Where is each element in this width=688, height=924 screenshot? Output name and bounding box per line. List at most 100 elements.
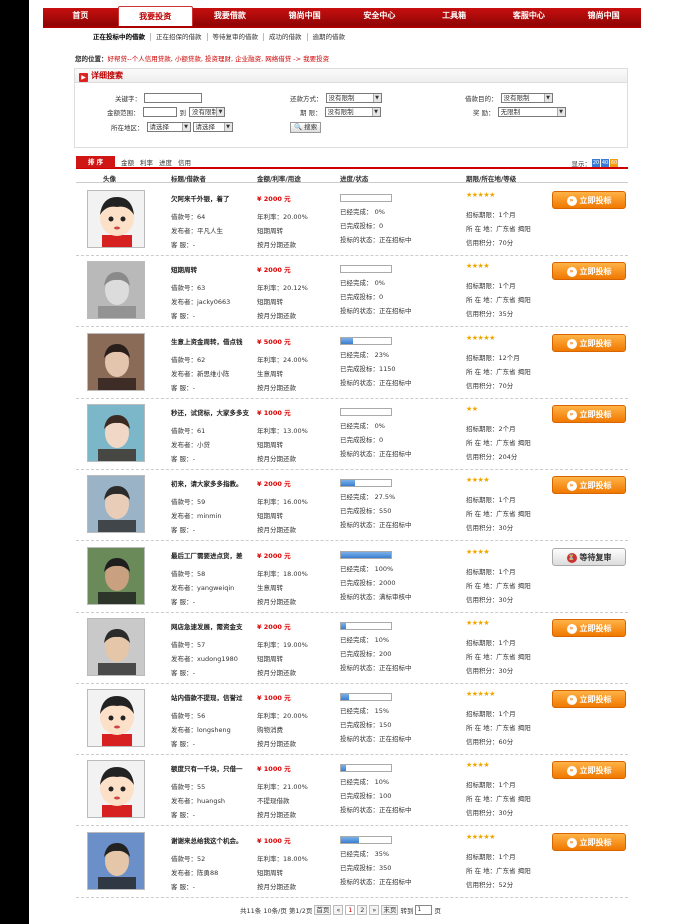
progress-bids: 已完成投标：350 [340, 863, 392, 872]
breadcrumb-link[interactable]: 好帮贷--个人信用贷款, 小额贷款, 投资理财, 企业融资, 网络借贷 -> 我… [108, 55, 330, 63]
loan-rate: 年利率：18.00% [257, 854, 308, 863]
loan-title[interactable]: 秒还，试贷标，大家多多支 [171, 407, 249, 417]
bid-now-button[interactable]: » 立即投标 [552, 476, 626, 495]
avatar[interactable] [87, 546, 145, 605]
progress-done: 已经完成： 0% [340, 421, 385, 430]
progress-bids: 已完成投标：150 [340, 721, 392, 730]
nav-item-5[interactable]: 工具箱 [417, 6, 492, 26]
avatar[interactable] [87, 760, 145, 819]
purpose-select[interactable]: 没有限制 ▼ [500, 93, 553, 103]
next-page-button[interactable]: » [369, 904, 380, 915]
loan-title[interactable]: 初来，请大家多多指教。 [171, 478, 243, 488]
avatar[interactable] [87, 831, 145, 890]
avatar[interactable] [87, 403, 145, 462]
loan-credit: 信用积分：60分 [466, 738, 514, 747]
loan-number: 借款号：56 [171, 712, 206, 721]
nav-item-7[interactable]: 锦尚中国 [566, 6, 641, 26]
chevron-down-icon: ▼ [216, 108, 224, 116]
page-size-20[interactable]: 20 [592, 159, 600, 167]
bid-now-button[interactable]: » 立即投标 [552, 690, 626, 709]
province-select[interactable]: 请选择 ▼ [146, 122, 191, 132]
loan-row: 网店急速发展，需资金支 借款号：57 发布者：xudong1980 客 服：- ¥ 20… [76, 613, 628, 684]
awaiting-review-button[interactable]: ⏳ 等待复审 [552, 547, 626, 566]
chevron-down-icon: ▼ [223, 123, 232, 131]
progress-fill [341, 836, 359, 843]
loan-amount: ¥ 2000 元 [257, 480, 291, 489]
bid-now-button[interactable]: » 立即投标 [552, 191, 626, 209]
last-page-button[interactable]: 末页 [381, 904, 399, 915]
sort-option-3[interactable]: 信用 [178, 157, 191, 167]
loan-rate: 年利率：18.00% [257, 569, 308, 578]
avatar[interactable] [87, 332, 145, 391]
loan-credit: 信用积分：30分 [466, 524, 514, 533]
nav-item-0[interactable]: 首页 [43, 6, 118, 26]
bid-now-button[interactable]: » 立即投标 [552, 761, 626, 780]
search-panel: ▶ 详细搜索 关键字： 金额范围： 到 没有限制 ▼ 所在地区： 请选择 ▼ 请选择 ▼… [74, 68, 628, 148]
sort-option-0[interactable]: 金额 [121, 157, 134, 167]
avatar[interactable] [87, 190, 145, 248]
loan-period: 招标期限：1个月 [466, 638, 516, 647]
first-page-button[interactable]: 首页 [314, 904, 332, 915]
reward-select[interactable]: 无限制 ▼ [497, 107, 566, 117]
sort-option-2[interactable]: 进度 [159, 157, 172, 167]
search-button[interactable]: 🔍 搜索 [290, 122, 322, 133]
bid-now-button[interactable]: » 立即投标 [552, 404, 626, 423]
nav-item-2[interactable]: 我要借款 [193, 6, 268, 26]
subnav-item-4[interactable]: 逾期的借款 [308, 33, 351, 41]
subnav-item-2[interactable]: 等待复审的借款 [208, 32, 264, 41]
amount-min-input[interactable] [142, 107, 177, 117]
nav-item-3[interactable]: 锦尚中国 [267, 6, 342, 26]
sort-option-1[interactable]: 利率 [140, 157, 153, 167]
loan-repay: 按月分期还款 [257, 597, 296, 606]
avatar[interactable] [87, 617, 145, 676]
loan-use: 短期周转 [257, 512, 283, 521]
prev-page-button[interactable]: « [333, 904, 344, 915]
city-select[interactable]: 请选择 ▼ [192, 122, 233, 132]
nav-item-1[interactable]: 我要投资 [117, 6, 193, 26]
nav-item-6[interactable]: 客服中心 [492, 6, 567, 26]
bid-now-button[interactable]: » 立即投标 [552, 832, 626, 851]
avatar[interactable] [87, 689, 145, 748]
subnav-item-0[interactable]: 正在投标中的借款 [88, 32, 151, 41]
period-select[interactable]: 没有限制 ▼ [324, 107, 381, 117]
progress-bids: 已完成投标：200 [340, 649, 392, 658]
goto-input[interactable]: 1 [415, 904, 433, 915]
loan-title[interactable]: 站内借款不提现，信誉过 [171, 692, 243, 702]
purpose-field: 借款目的： 没有限制 ▼ [465, 93, 553, 103]
loan-title[interactable]: 谢谢来总给我这个机会。 [171, 835, 243, 845]
loan-title[interactable]: 生意上资金周转，借点钱 [171, 336, 243, 346]
period-label: 期 限： [300, 109, 322, 117]
nav-item-4[interactable]: 安全中心 [342, 6, 417, 26]
bid-now-button[interactable]: » 立即投标 [552, 618, 626, 637]
loan-borrower: 发布者：平凡人生 [171, 227, 223, 235]
loan-title[interactable]: 网店急速发展，需资金支 [171, 621, 243, 631]
progress-status: 投标的状态：正在招标中 [340, 378, 412, 387]
subnav-item-1[interactable]: 正在招保的借款 [151, 32, 208, 41]
loan-service: 客 服：- [171, 454, 195, 463]
chevron-down-icon: ▼ [372, 94, 381, 102]
bid-now-button[interactable]: » 立即投标 [552, 262, 626, 281]
bid-now-button[interactable]: » 立即投标 [552, 333, 626, 352]
page-1-button[interactable]: 1 [345, 904, 356, 915]
page-2-button[interactable]: 2 [357, 904, 368, 915]
avatar[interactable] [87, 475, 145, 534]
avatar[interactable] [87, 261, 145, 320]
loan-title[interactable]: 短期周转 [171, 264, 197, 274]
progress-fill [341, 694, 349, 701]
page-size-60[interactable]: 60 [610, 159, 618, 167]
loan-service: 客 服：- [171, 668, 195, 677]
loan-repay: 按月分期还款 [257, 312, 296, 321]
keyword-input[interactable] [144, 93, 202, 103]
subnav-item-3[interactable]: 成功的借款 [264, 32, 308, 41]
amount-max-select[interactable]: 没有限制 ▼ [189, 107, 225, 117]
double-chevron-icon: » [566, 623, 577, 634]
sub-nav: 正在投标中的借款 正在招保的借款 等待复审的借款 成功的借款 逾期的借款 [88, 31, 350, 42]
loan-title[interactable]: 最后工厂需要进点货，差 [171, 550, 243, 560]
loan-title[interactable]: 额度只有一千块，只借一 [171, 763, 243, 773]
page-size-40[interactable]: 40 [601, 159, 609, 167]
amount-range-field: 金额范围： 到 没有限制 ▼ [107, 107, 225, 117]
arrow-right-icon: ▶ [79, 73, 88, 82]
loan-title[interactable]: 欠阿来千外银，着了 [171, 193, 230, 203]
page-of: 第1/2页 [288, 906, 313, 915]
repay-select[interactable]: 没有限制 ▼ [325, 93, 382, 103]
